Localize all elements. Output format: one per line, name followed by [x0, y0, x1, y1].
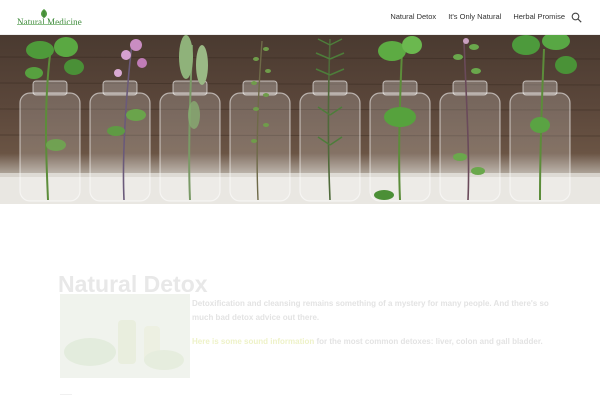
bottle [439, 80, 501, 202]
article-thumbnail[interactable] [60, 294, 190, 378]
nav-item-its-only-natural[interactable]: It's Only Natural [448, 12, 501, 21]
leaf-icon [41, 9, 47, 18]
article-paragraph-2: Here is some sound information for the m… [192, 335, 552, 349]
article-paragraph-1: Detoxification and cleansing remains som… [192, 299, 549, 322]
bottle [89, 80, 151, 202]
nav-item-herbal-promise[interactable]: Herbal Promise [513, 12, 565, 21]
thumbnail-image [60, 294, 190, 378]
hero-image [0, 35, 600, 204]
sound-information-link[interactable]: Here is some sound information [192, 337, 314, 346]
main-nav: Natural Detox It's Only Natural Herbal P… [390, 12, 565, 21]
search-icon[interactable] [571, 12, 582, 23]
logo-underline [17, 24, 75, 25]
paragraph-2-text: for the most common detoxes: liver, colo… [314, 337, 543, 346]
main-content: Natural Detox Detoxification and cleansi… [0, 204, 600, 400]
bottle [229, 80, 291, 202]
site-header: Natural Medicine Natural Detox It's Only… [0, 0, 600, 35]
site-logo[interactable]: Natural Medicine [17, 9, 82, 27]
logo-text: Natural Medicine [17, 17, 82, 27]
herb-bottles-illustration [0, 35, 600, 204]
divider [60, 394, 72, 395]
nav-item-natural-detox[interactable]: Natural Detox [390, 12, 436, 21]
